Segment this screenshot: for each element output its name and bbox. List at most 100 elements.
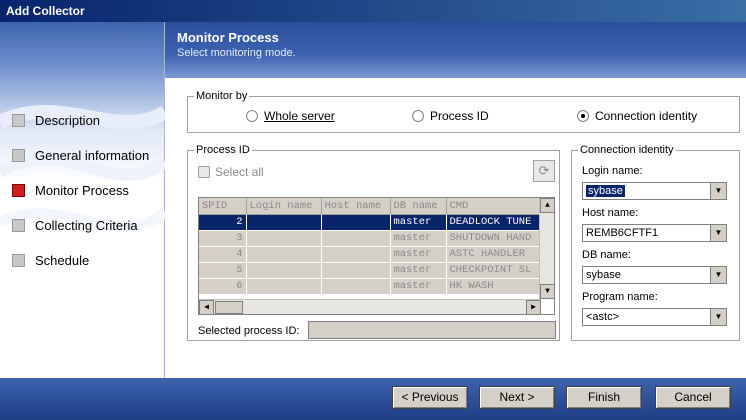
dropdown-arrow-icon[interactable]: ▼: [710, 225, 726, 241]
page-title: Monitor Process: [177, 30, 279, 45]
program-name-combo[interactable]: <astc> ▼: [582, 308, 727, 326]
wizard-footer: < Previous Next > Finish Cancel: [165, 378, 746, 420]
table-row[interactable]: 5 master CHECKPOINT SL: [199, 262, 542, 279]
sidebar-item-general-information[interactable]: General information: [12, 147, 149, 165]
radio-whole-server[interactable]: Whole server: [246, 108, 335, 124]
db-name-value: sybase: [586, 269, 621, 281]
scroll-up-button[interactable]: ▲: [540, 198, 554, 213]
step-indicator-icon: [12, 114, 25, 128]
select-all-checkbox[interactable]: Select all: [198, 164, 264, 180]
grid-horizontal-scrollbar[interactable]: ◀ ▶: [199, 299, 541, 314]
connection-identity-group: Connection identity Login name: sybase ▼…: [571, 143, 740, 341]
cell-login-name: [246, 246, 322, 263]
login-name-combo[interactable]: sybase ▼: [582, 182, 727, 200]
dropdown-arrow-icon[interactable]: ▼: [710, 267, 726, 283]
cell-db-name: master: [390, 230, 447, 247]
cell-login-name: [246, 214, 322, 231]
select-all-label: Select all: [215, 165, 264, 179]
selected-process-id-label: Selected process ID:: [198, 325, 300, 337]
monitor-by-group: Monitor by Whole server Process ID Conne…: [187, 89, 740, 133]
column-header-db-name[interactable]: DB name: [390, 198, 447, 215]
window-title: Add Collector: [0, 0, 746, 22]
table-row[interactable]: 4 master ASTC HANDLER: [199, 246, 542, 263]
wizard-sidebar: Description General information Monitor …: [0, 22, 165, 378]
arrow-left-icon: ◀: [204, 303, 209, 312]
sidebar-item-label: Schedule: [35, 253, 90, 268]
arrow-up-icon: ▲: [545, 201, 550, 210]
column-header-host-name[interactable]: Host name: [321, 198, 391, 215]
column-header-spid[interactable]: SPID: [199, 198, 247, 215]
cell-login-name: [246, 278, 322, 295]
checkbox-icon: [198, 165, 210, 178]
scroll-down-button[interactable]: ▼: [540, 284, 554, 299]
process-id-group: Process ID Select all ⟳ SPID Login name …: [187, 143, 560, 341]
sidebar-item-schedule[interactable]: Schedule: [12, 252, 89, 270]
db-name-label: DB name:: [582, 249, 631, 261]
login-name-label: Login name:: [582, 165, 643, 177]
cell-spid: 4: [199, 246, 247, 263]
process-grid[interactable]: SPID Login name Host name DB name CMD 2 …: [198, 197, 555, 315]
refresh-button[interactable]: ⟳: [533, 160, 555, 182]
page-subtitle: Select monitoring mode.: [177, 47, 296, 59]
column-header-cmd[interactable]: CMD: [446, 198, 542, 215]
finish-button[interactable]: Finish: [566, 386, 642, 409]
cell-spid: 6: [199, 278, 247, 295]
login-name-value: sybase: [586, 185, 625, 197]
host-name-combo[interactable]: REMB6CFTF1 ▼: [582, 224, 727, 242]
table-row[interactable]: 2 master DEADLOCK TUNE: [199, 214, 542, 231]
table-row[interactable]: 6 master HK WASH: [199, 278, 542, 295]
step-indicator-icon: [12, 254, 25, 268]
radio-button-icon: [412, 109, 424, 122]
scroll-left-button[interactable]: ◀: [199, 300, 214, 314]
cell-db-name: master: [390, 214, 447, 231]
host-name-label: Host name:: [582, 207, 639, 219]
selected-process-id-field[interactable]: [308, 321, 556, 339]
program-name-label: Program name:: [582, 291, 658, 303]
arrow-down-icon: ▼: [545, 287, 550, 296]
cell-host-name: [321, 246, 391, 263]
sidebar-item-label: Collecting Criteria: [35, 218, 138, 233]
cell-cmd: HK WASH: [446, 278, 542, 295]
page-header: Monitor Process Select monitoring mode.: [165, 22, 746, 78]
cell-host-name: [321, 214, 391, 231]
cell-db-name: master: [390, 246, 447, 263]
radio-label: Process ID: [430, 109, 489, 123]
program-name-value: <astc>: [586, 311, 620, 323]
cell-db-name: master: [390, 278, 447, 295]
next-button[interactable]: Next >: [479, 386, 555, 409]
host-name-value: REMB6CFTF1: [586, 227, 659, 239]
dropdown-arrow-icon[interactable]: ▼: [710, 183, 726, 199]
refresh-icon: ⟳: [538, 163, 550, 178]
dropdown-arrow-icon[interactable]: ▼: [710, 309, 726, 325]
grid-header-row: SPID Login name Host name DB name CMD: [199, 198, 542, 215]
cancel-button[interactable]: Cancel: [655, 386, 731, 409]
cell-cmd: CHECKPOINT SL: [446, 262, 542, 279]
cell-login-name: [246, 230, 322, 247]
sidebar-item-collecting-criteria[interactable]: Collecting Criteria: [12, 217, 138, 235]
cell-host-name: [321, 278, 391, 295]
db-name-combo[interactable]: sybase ▼: [582, 266, 727, 284]
radio-button-selected-icon: [577, 109, 589, 122]
grid-vertical-scrollbar[interactable]: ▲ ▼: [539, 198, 554, 299]
sidebar-footer: [0, 378, 165, 420]
cell-cmd: SHUTDOWN HAND: [446, 230, 542, 247]
cell-cmd: DEADLOCK TUNE: [446, 214, 542, 231]
cell-spid: 2: [199, 214, 247, 231]
step-indicator-icon: [12, 149, 25, 163]
sidebar-item-label: Description: [35, 113, 101, 128]
scroll-thumb[interactable]: [215, 301, 243, 314]
radio-label: Whole server: [264, 109, 335, 123]
sidebar-item-label: Monitor Process: [35, 183, 129, 198]
arrow-right-icon: ▶: [531, 303, 536, 312]
step-indicator-icon: [12, 219, 25, 233]
sidebar-item-monitor-process[interactable]: Monitor Process: [12, 182, 129, 200]
table-row[interactable]: 3 master SHUTDOWN HAND: [199, 230, 542, 247]
radio-connection-identity[interactable]: Connection identity: [577, 108, 697, 124]
column-header-login-name[interactable]: Login name: [246, 198, 322, 215]
sidebar-item-description[interactable]: Description: [12, 112, 100, 130]
cell-host-name: [321, 230, 391, 247]
radio-process-id[interactable]: Process ID: [412, 108, 489, 124]
scroll-right-button[interactable]: ▶: [526, 300, 541, 314]
cell-login-name: [246, 262, 322, 279]
previous-button[interactable]: < Previous: [392, 386, 468, 409]
